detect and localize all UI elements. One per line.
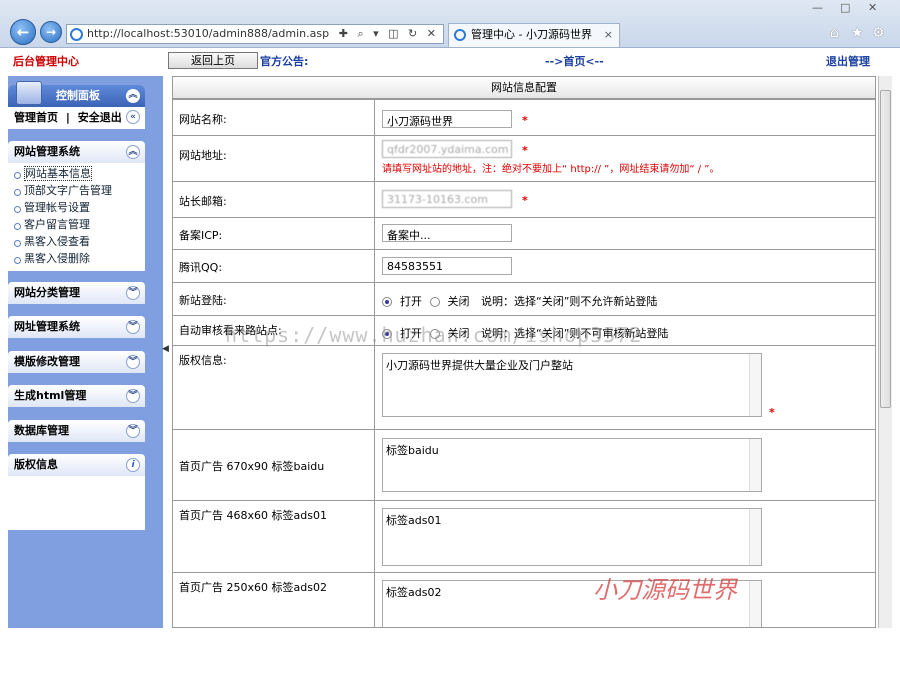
- ad1-label: 首页广告 670x90 标签baidu: [173, 429, 375, 501]
- register-label: 新站登陆:: [173, 282, 375, 316]
- site-name-input[interactable]: 小刀源码世界: [382, 110, 512, 128]
- sidebar: 控制面板 ︽ 管理首页 | 安全退出 « 网站管理系统 ︽ 网站基本信息 顶部文…: [8, 76, 163, 628]
- notice-link[interactable]: 官方公告:: [260, 53, 308, 69]
- ad3-label: 首页广告 250x60 标签ads02: [173, 572, 375, 627]
- section-template[interactable]: 模版修改管理 ︾: [8, 351, 145, 373]
- brand-watermark: 小刀源码世界: [593, 576, 737, 604]
- qq-input[interactable]: 84583551: [382, 257, 512, 275]
- scrollbar-thumb[interactable]: [880, 90, 891, 408]
- address-url: http://localhost:53010/admin888/admin.as…: [87, 27, 330, 40]
- register-on-label: 打开: [400, 295, 422, 308]
- copyright-title: 版权信息: [14, 458, 58, 471]
- tab-close-icon[interactable]: ×: [604, 24, 613, 46]
- control-panel-title: 控制面板: [56, 89, 100, 102]
- required-mark: *: [522, 144, 528, 157]
- register-off-label: 关闭: [447, 295, 470, 308]
- close-window-button[interactable]: ✕: [868, 1, 877, 14]
- control-panel-header[interactable]: 控制面板 ︽: [8, 81, 145, 107]
- maximize-button[interactable]: □: [840, 1, 850, 14]
- site-name-label: 网站名称:: [173, 99, 375, 136]
- control-panel-icon: [16, 81, 42, 105]
- sidebar-item-top-ad[interactable]: 顶部文字广告管理: [14, 182, 145, 199]
- copyright-panel: 版权信息 i: [8, 454, 145, 530]
- home-icon[interactable]: ⌂: [830, 25, 839, 41]
- safe-exit-link[interactable]: 安全退出: [78, 111, 122, 124]
- chevron-down-icon[interactable]: ︾: [126, 286, 140, 300]
- chevron-down-icon[interactable]: ︾: [126, 389, 140, 403]
- control-panel: 控制面板 ︽ 管理首页 | 安全退出 «: [8, 81, 145, 129]
- tab-ie-icon: [454, 29, 466, 41]
- section-category[interactable]: 网站分类管理 ︾: [8, 282, 145, 304]
- form-title: 网站信息配置: [173, 77, 875, 99]
- chevron-down-icon[interactable]: ︾: [126, 320, 140, 334]
- collapse-left-icon[interactable]: «: [126, 110, 140, 124]
- register-note: 说明：选择“关闭”则不允许新站登陆: [481, 295, 658, 308]
- sidebar-item-messages[interactable]: 客户留言管理: [14, 216, 145, 233]
- sidebar-item-account[interactable]: 管理帐号设置: [14, 199, 145, 216]
- section-title: 模版修改管理: [14, 355, 80, 368]
- site-mgmt-title: 网站管理系统: [14, 145, 80, 158]
- copyright-textarea[interactable]: 小刀源码世界提供大量企业及门户整站: [382, 353, 762, 417]
- site-url-input[interactable]: qfdr2007.ydaima.com: [382, 140, 512, 158]
- section-title: 生成html管理: [14, 389, 87, 402]
- favorites-star-icon[interactable]: ★: [851, 25, 864, 41]
- separator: |: [65, 111, 70, 124]
- required-mark: *: [769, 406, 775, 419]
- browser-chrome: — □ ✕ ← → http://localhost:53010/admin88…: [0, 0, 900, 48]
- home-link[interactable]: -->首页<--: [545, 53, 604, 69]
- gear-icon[interactable]: ⚙: [872, 25, 885, 41]
- url-watermark: https://www.huzhan.com/ishop3572: [225, 323, 643, 347]
- address-tools-icon[interactable]: ✚ ⌕ ▾ ◫ ↻ ✕: [339, 25, 439, 43]
- sidebar-item-basic-info[interactable]: 网站基本信息: [14, 165, 145, 182]
- email-input[interactable]: 31173-10163.com: [382, 190, 512, 208]
- section-html[interactable]: 生成html管理 ︾: [8, 385, 145, 407]
- sidebar-item-hacker-delete[interactable]: 黑客入侵删除: [14, 250, 145, 267]
- tab-title: 管理中心 - 小刀源码世界: [471, 28, 592, 41]
- address-bar[interactable]: http://localhost:53010/admin888/admin.as…: [66, 24, 444, 44]
- chevron-down-icon[interactable]: ︾: [126, 355, 140, 369]
- section-title: 网站分类管理: [14, 286, 80, 299]
- brand-title: 后台管理中心: [13, 55, 79, 68]
- forward-arrow-icon[interactable]: →: [40, 21, 62, 43]
- site-url-hint: 请填写网址站的地址，注：绝对不要加上“ http:// ”，网址结束请勿加“ /…: [382, 164, 720, 175]
- admin-home-link[interactable]: 管理首页: [14, 111, 58, 124]
- required-mark: *: [522, 194, 528, 207]
- ad1-textarea[interactable]: 标签baidu: [382, 438, 762, 492]
- register-off-radio[interactable]: [429, 297, 440, 307]
- copyright-label: 版权信息:: [173, 345, 375, 430]
- chevron-up-icon[interactable]: ︽: [126, 89, 140, 103]
- browser-tab[interactable]: 管理中心 - 小刀源码世界 ×: [448, 23, 620, 47]
- main-content: 网站信息配置 网站名称: 小刀源码世界 * 网站地址: qfdr2007.yda…: [172, 76, 876, 628]
- qq-label: 腾讯QQ:: [173, 249, 375, 283]
- chevron-up-icon[interactable]: ︽: [126, 145, 140, 159]
- required-mark: *: [522, 114, 528, 127]
- ie-icon: [70, 28, 83, 41]
- logout-link[interactable]: 退出管理: [826, 53, 870, 69]
- minimize-button[interactable]: —: [812, 1, 823, 14]
- info-icon[interactable]: i: [126, 458, 140, 472]
- ad2-label: 首页广告 468x60 标签ads01: [173, 500, 375, 573]
- chevron-down-icon[interactable]: ︾: [126, 424, 140, 438]
- section-url[interactable]: 网址管理系统 ︾: [8, 316, 145, 338]
- ad2-textarea[interactable]: 标签ads01: [382, 508, 762, 566]
- site-url-label: 网站地址:: [173, 135, 375, 182]
- section-database[interactable]: 数据库管理 ︾: [8, 420, 145, 442]
- config-form: 网站名称: 小刀源码世界 * 网站地址: qfdr2007.ydaima.com…: [173, 99, 875, 627]
- section-title: 网址管理系统: [14, 320, 80, 333]
- page-scrollbar[interactable]: [878, 76, 892, 628]
- sidebar-item-hacker-view[interactable]: 黑客入侵查看: [14, 233, 145, 250]
- back-arrow-icon[interactable]: ←: [10, 19, 36, 45]
- admin-topbar: 后台管理中心 返回上页 官方公告: -->首页<-- 退出管理: [8, 49, 876, 71]
- back-page-button[interactable]: 返回上页: [168, 52, 258, 69]
- site-mgmt-panel: 网站管理系统 ︽ 网站基本信息 顶部文字广告管理 管理帐号设置 客户留言管理 黑…: [8, 141, 145, 271]
- section-title: 数据库管理: [14, 424, 69, 437]
- register-on-radio[interactable]: [382, 297, 392, 307]
- icp-label: 备案ICP:: [173, 217, 375, 250]
- site-mgmt-header[interactable]: 网站管理系统 ︽: [8, 141, 145, 163]
- email-label: 站长邮箱:: [173, 181, 375, 218]
- sidebar-toggle-icon[interactable]: ◀: [162, 344, 170, 354]
- icp-input[interactable]: 备案中...: [382, 224, 512, 242]
